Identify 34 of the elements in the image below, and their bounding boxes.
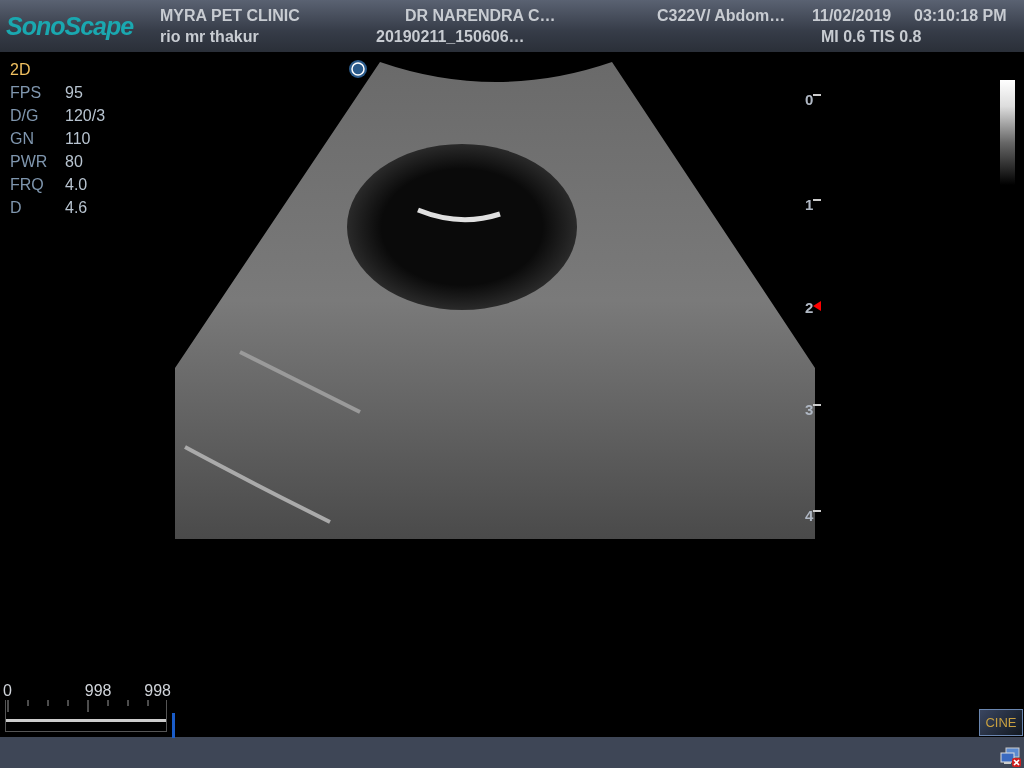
doctor-name: DR NARENDRA C… [405, 6, 557, 25]
parameter-label: GN [10, 129, 35, 149]
depth-label: 2 [805, 299, 814, 316]
parameter-value: 120/3 [65, 106, 106, 126]
acoustic-indices: MI 0.6 TIS 0.8 [821, 27, 922, 46]
parameter-value: 110 [65, 129, 91, 149]
exam-time: 03:10:18 PM [914, 6, 1007, 25]
brand-logo: SonoScape [5, 11, 135, 41]
cine-timeline[interactable] [5, 700, 167, 732]
study-id: 20190211_150606… [376, 27, 526, 46]
imaging-mode: 2D [10, 60, 32, 80]
parameter-label: FRQ [10, 175, 45, 195]
parameter-label: FPS [10, 83, 43, 103]
depth-label: 3 [805, 401, 814, 418]
exam-date: 11/02/2019 [812, 6, 893, 25]
parameter-value: 4.6 [65, 198, 88, 218]
parameter-value: 4.0 [65, 175, 88, 195]
clinic-name: MYRA PET CLINIC [160, 6, 301, 25]
parameter-label: D [10, 198, 23, 218]
probe-orientation-icon [349, 60, 367, 78]
probe-preset: C322V/ Abdom… [657, 6, 787, 25]
cine-button[interactable]: CINE [979, 709, 1023, 736]
cine-current: 998 [84, 682, 112, 700]
cine-handle[interactable] [172, 713, 175, 738]
depth-label: 0 [805, 91, 814, 108]
depth-label: 4 [805, 507, 814, 524]
parameter-value: 95 [65, 83, 83, 103]
depth-label: 1 [805, 196, 814, 213]
parameter-label: PWR [10, 152, 49, 172]
parameter-value: 80 [65, 152, 83, 172]
cine-end: 998 [144, 682, 171, 700]
network-disconnected-icon [1000, 747, 1022, 767]
cine-start: 0 [3, 682, 12, 700]
parameter-label: D/G [10, 106, 40, 126]
